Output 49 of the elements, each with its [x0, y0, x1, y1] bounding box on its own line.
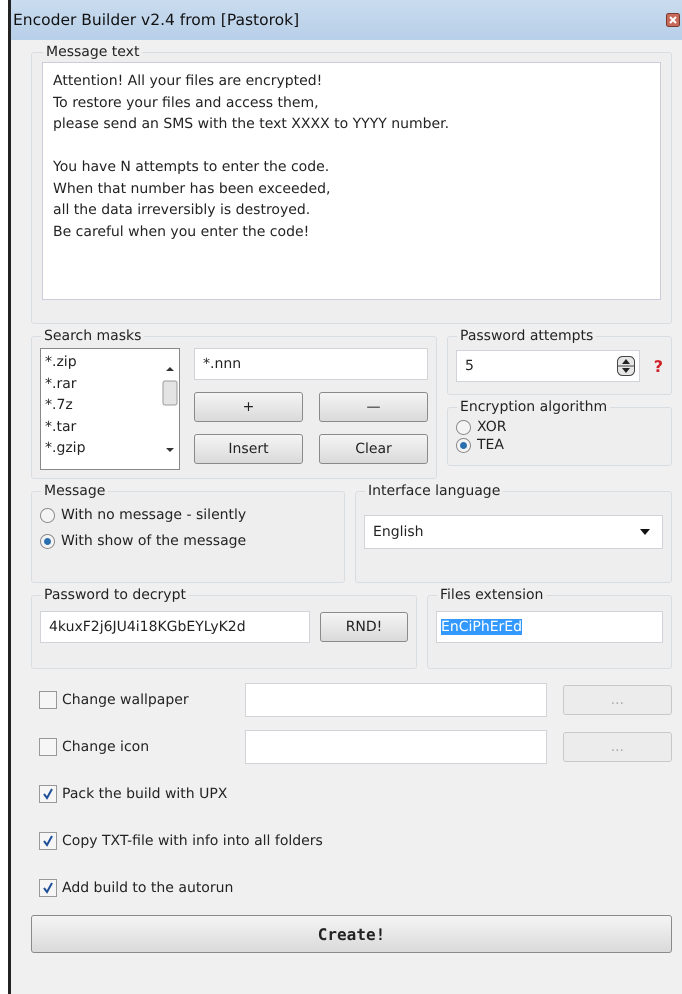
close-icon[interactable]	[666, 13, 680, 27]
help-mark[interactable]: ?	[654, 356, 663, 376]
random-button[interactable]: RND!	[320, 612, 408, 642]
window-title: Encoder Builder v2.4 from [Pastorok]	[13, 11, 300, 29]
radio-button[interactable]	[40, 534, 55, 548]
attempts-input[interactable]: 5	[456, 350, 640, 382]
list-item[interactable]: *.gzip	[45, 438, 157, 460]
spin-buttons-icon[interactable]	[616, 356, 635, 376]
list-item[interactable]: *.zip	[45, 352, 157, 374]
path-input[interactable]	[245, 730, 547, 764]
radio-button[interactable]	[456, 420, 471, 434]
radio-label: TEA	[477, 437, 504, 453]
checkbox[interactable]	[39, 691, 57, 709]
checkbox-label: Pack the build with UPX	[62, 786, 228, 802]
checkbox-label: Add build to the autorun	[62, 880, 234, 896]
radio-button[interactable]	[40, 508, 55, 522]
group-label: Message text	[45, 44, 140, 60]
group-label: Files extension	[439, 587, 544, 603]
password-input[interactable]: 4kuxF2j6JU4i18KGbEYLyK2d	[40, 611, 310, 643]
radio-label: With no message - silently	[61, 507, 246, 523]
checkbox-label: Change wallpaper	[62, 692, 189, 708]
mask-button[interactable]: +	[194, 392, 303, 422]
mask-button[interactable]: —	[319, 392, 428, 422]
list-item[interactable]: *.tar	[45, 416, 157, 438]
group-label: Password attempts	[459, 328, 594, 344]
checkbox-label: Change icon	[62, 739, 150, 755]
list-item[interactable]: *.7z	[45, 395, 157, 416]
radio-label: XOR	[477, 419, 506, 435]
list-item[interactable]: *.rar	[45, 374, 157, 395]
checkbox[interactable]	[39, 785, 57, 803]
create-button[interactable]: Create!	[31, 915, 672, 953]
mask-button[interactable]: Clear	[319, 434, 428, 464]
path-input[interactable]	[245, 683, 547, 717]
checkbox[interactable]	[39, 832, 57, 850]
checkbox[interactable]	[39, 879, 57, 897]
mask-button[interactable]: Insert	[194, 434, 303, 464]
caret-icon	[640, 529, 650, 535]
group-label: Search masks	[43, 328, 142, 344]
checkbox[interactable]	[39, 738, 57, 756]
radio-button[interactable]	[456, 438, 471, 452]
group-label: Encryption algorithm	[459, 399, 608, 415]
mask-input[interactable]: *.nnn	[194, 348, 428, 380]
checkbox-label: Copy TXT-file with info into all folders	[62, 833, 323, 849]
group-label: Password to decrypt	[43, 587, 187, 603]
group-label: Message	[43, 483, 106, 499]
language-dropdown[interactable]: English	[364, 515, 663, 549]
message-text-field[interactable]: Attention! All your files are encrypted! To restore your files and access them, please send an SMS with the text XXXX to YYYY number. You have N attempts to enter the code. When that number has been exceeded, all the data irreversibly is destroyed. Be careful when you enter the code!	[42, 62, 661, 300]
group-label: Interface language	[367, 483, 502, 499]
radio-label: With show of the message	[61, 533, 246, 549]
